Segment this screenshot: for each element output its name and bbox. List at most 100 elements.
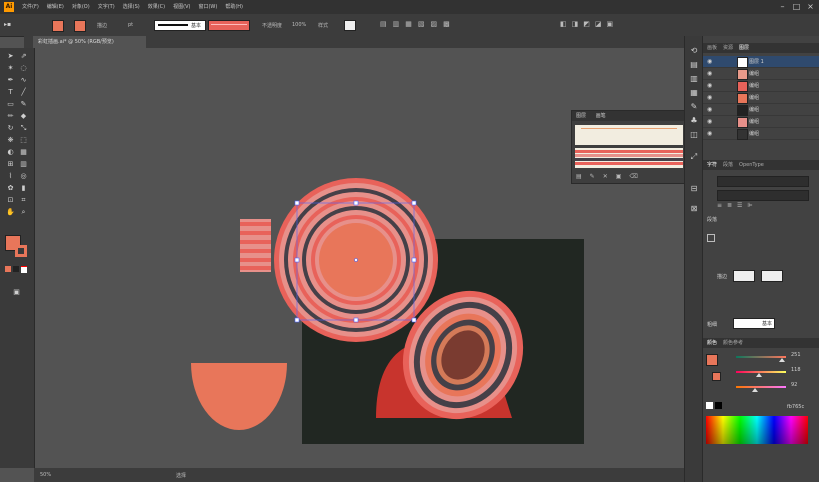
selection-bounding-box[interactable] — [294, 200, 417, 323]
stroke-weight[interactable]: pt — [128, 22, 133, 28]
floating-panel-title[interactable]: 图层 — [576, 113, 586, 119]
align-icon[interactable]: ⊟ — [689, 184, 699, 194]
swatches-icon[interactable]: ▦ — [689, 88, 699, 98]
close-icon[interactable]: × — [806, 2, 815, 11]
option-checkbox[interactable] — [707, 234, 715, 242]
graphic-styles-icon[interactable]: ◫ — [689, 130, 699, 140]
warp-icon[interactable]: ❋ — [6, 136, 15, 145]
type-icon[interactable]: T — [6, 88, 15, 97]
mesh-icon[interactable]: ⊞ — [6, 160, 15, 169]
concentric-rings[interactable] — [274, 178, 438, 342]
blue-slider-knob[interactable] — [752, 388, 758, 392]
gradient-mode-swatch[interactable] — [13, 266, 19, 272]
menu-view[interactable]: 视图(V) — [173, 3, 190, 10]
free-transform-icon[interactable]: ⬚ — [19, 136, 28, 145]
minimize-icon[interactable]: – — [778, 2, 787, 11]
eyedropper-icon[interactable]: ⌇ — [6, 172, 15, 181]
rotate-icon[interactable]: ↻ — [6, 124, 15, 133]
blue-value[interactable]: 92 — [791, 382, 797, 388]
artboard-tool-icon[interactable]: ⊡ — [6, 196, 15, 205]
color-stroke-box[interactable] — [712, 372, 721, 381]
eye-icon[interactable]: ◉ — [707, 58, 712, 65]
transform-icons[interactable]: ◧◨◩◪▣ — [560, 20, 680, 30]
stroke-cap-select[interactable] — [733, 270, 755, 282]
rectangle-icon[interactable]: ▭ — [6, 100, 15, 109]
font-size-field[interactable] — [717, 176, 809, 187]
brush-select[interactable]: 基本 — [154, 20, 206, 31]
layer-name[interactable]: 编组 — [749, 94, 759, 101]
curvature-icon[interactable]: ∿ — [19, 76, 28, 85]
menu-edit[interactable]: 编辑(E) — [47, 3, 64, 10]
tab-assets[interactable]: 资源 — [723, 43, 733, 53]
none-mode-swatch[interactable] — [21, 266, 27, 273]
eye-icon[interactable]: ◉ — [707, 94, 712, 101]
style-swatch[interactable] — [344, 20, 356, 31]
pathfinder-icon[interactable]: ⊠ — [689, 204, 699, 214]
color-spectrum[interactable] — [706, 416, 808, 444]
menu-help[interactable]: 帮助(H) — [225, 3, 243, 10]
layer-name[interactable]: 编组 — [749, 70, 759, 77]
zoom-icon[interactable]: ⌕ — [19, 208, 28, 217]
lasso-icon[interactable]: ◌ — [19, 64, 28, 73]
symbol-icon[interactable]: ✿ — [6, 184, 15, 193]
tab-color-guide[interactable]: 颜色参考 — [723, 338, 743, 348]
tilted-rings[interactable] — [380, 269, 546, 441]
tab-artboards[interactable]: 画板 — [707, 43, 717, 53]
align-icons[interactable]: ▤▥▦▧▨▩ — [380, 20, 530, 30]
brush-preview-2[interactable] — [575, 148, 683, 168]
fill-swatch[interactable] — [52, 20, 64, 32]
transform-icon[interactable]: ⤢ — [689, 152, 699, 162]
layer-row[interactable]: ◉ 编组 — [703, 80, 819, 92]
layer-name[interactable]: 编组 — [749, 106, 759, 113]
stroke-color-box[interactable] — [15, 245, 27, 257]
menu-select[interactable]: 选择(S) — [123, 3, 140, 10]
shape-builder-icon[interactable]: ◐ — [6, 148, 15, 157]
eye-icon[interactable]: ◉ — [707, 130, 712, 137]
screen-mode-icon[interactable]: ▣ — [12, 288, 21, 297]
magic-wand-icon[interactable]: ✶ — [6, 64, 15, 73]
eye-icon[interactable]: ◉ — [707, 70, 712, 77]
tab-opentype[interactable]: OpenType — [739, 160, 764, 170]
eye-icon[interactable]: ◉ — [707, 106, 712, 113]
scale-icon[interactable]: ⤡ — [19, 124, 28, 133]
hand-icon[interactable]: ✋ — [6, 208, 15, 217]
hex-value[interactable]: fb765c — [787, 404, 804, 410]
pen-icon[interactable]: ✒ — [6, 76, 15, 85]
eye-icon[interactable]: ◉ — [707, 82, 712, 89]
opacity-value[interactable]: 100% — [292, 22, 306, 28]
tab-paragraph[interactable]: 段落 — [723, 160, 733, 170]
tab-layers[interactable]: 图层 — [739, 43, 749, 53]
gradient-icon[interactable]: ▥ — [19, 160, 28, 169]
eye-icon[interactable]: ◉ — [707, 118, 712, 125]
layer-row[interactable]: ◉ 编组 — [703, 104, 819, 116]
menu-type[interactable]: 文字(T) — [98, 3, 115, 10]
blend-icon[interactable]: ◎ — [19, 172, 28, 181]
zoom-level[interactable]: 50% — [40, 472, 51, 478]
layer-row[interactable]: ◉ 编组 — [703, 116, 819, 128]
document-tab[interactable]: 彩虹插画.ai* @ 50% (RGB/预览) — [33, 36, 146, 48]
blue-slider[interactable] — [736, 386, 786, 388]
color-fill-box[interactable] — [706, 354, 718, 366]
layer-name[interactable]: 编组 — [749, 82, 759, 89]
stroke-swatch[interactable] — [74, 20, 86, 32]
green-slider-knob[interactable] — [756, 373, 762, 377]
perspective-icon[interactable]: ▦ — [19, 148, 28, 157]
none-swatch[interactable] — [706, 402, 713, 409]
eraser-icon[interactable]: ◆ — [19, 112, 28, 121]
libraries-icon[interactable]: ▥ — [689, 74, 699, 84]
tab-color[interactable]: 颜色 — [707, 338, 717, 348]
brush-panel-footer-icons[interactable]: ▤✎✕▣⌫ — [576, 173, 682, 181]
graph-icon[interactable]: ▮ — [19, 184, 28, 193]
layer-row[interactable]: ◉ 编组 — [703, 92, 819, 104]
menu-effect[interactable]: 效果(C) — [148, 3, 165, 10]
selection-tool-icon[interactable]: ➤ — [6, 52, 15, 61]
layer-row[interactable]: ◉ 编组 — [703, 128, 819, 140]
paragraph-align-icons[interactable]: ≡≣☰⊫ — [717, 202, 807, 211]
stroke-join-select[interactable] — [761, 270, 783, 282]
direct-selection-icon[interactable]: ⇗ — [19, 52, 28, 61]
slice-icon[interactable]: ⌗ — [19, 196, 28, 205]
layer-row[interactable]: ◉ 编组 — [703, 68, 819, 80]
layer-name[interactable]: 编组 — [749, 130, 759, 137]
red-value[interactable]: 251 — [791, 352, 801, 358]
brush-preview-1[interactable] — [575, 125, 683, 145]
